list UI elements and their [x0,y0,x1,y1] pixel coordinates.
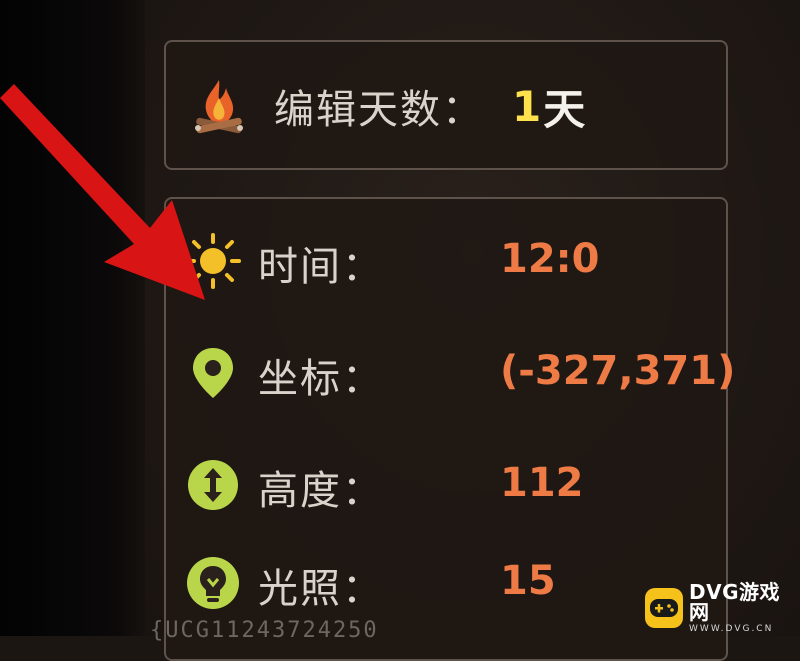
height-arrows-icon [188,460,238,510]
light-value: 15 [500,558,556,604]
height-value: 112 [500,460,584,506]
day-count-value[interactable]: 1 [512,82,541,131]
edit-days-label: 编辑天数： [274,87,484,133]
day-unit-label: 天 [543,84,586,134]
time-value: 12:0 [500,236,600,282]
coordinates-label: 坐标： [258,356,384,402]
light-label: 光照： [258,566,384,612]
gamepad-icon [645,588,684,628]
stat-row-coordinates: 坐标： (-327,371) [184,340,735,404]
stat-row-light: 光照： 15 [184,550,704,614]
edit-days-row[interactable]: 编辑天数： 1 天 [188,76,585,136]
bottom-id-text: {UCG11243724250 [150,618,379,643]
location-pin-icon [193,348,233,398]
coordinates-value: (-327,371) [500,348,736,394]
red-arrow-annotation [0,84,205,300]
dvg-watermark: DVG游戏网 WWW.DVG.CN [645,582,795,634]
stat-row-time: 时间： 12:0 [184,228,704,292]
watermark-url: WWW.DVG.CN [689,624,774,634]
height-label: 高度： [258,468,384,514]
lightbulb-icon [187,557,239,609]
time-label: 时间： [258,244,384,290]
stat-row-height: 高度： 112 [184,452,704,516]
watermark-title: DVG游戏网 [689,580,781,624]
